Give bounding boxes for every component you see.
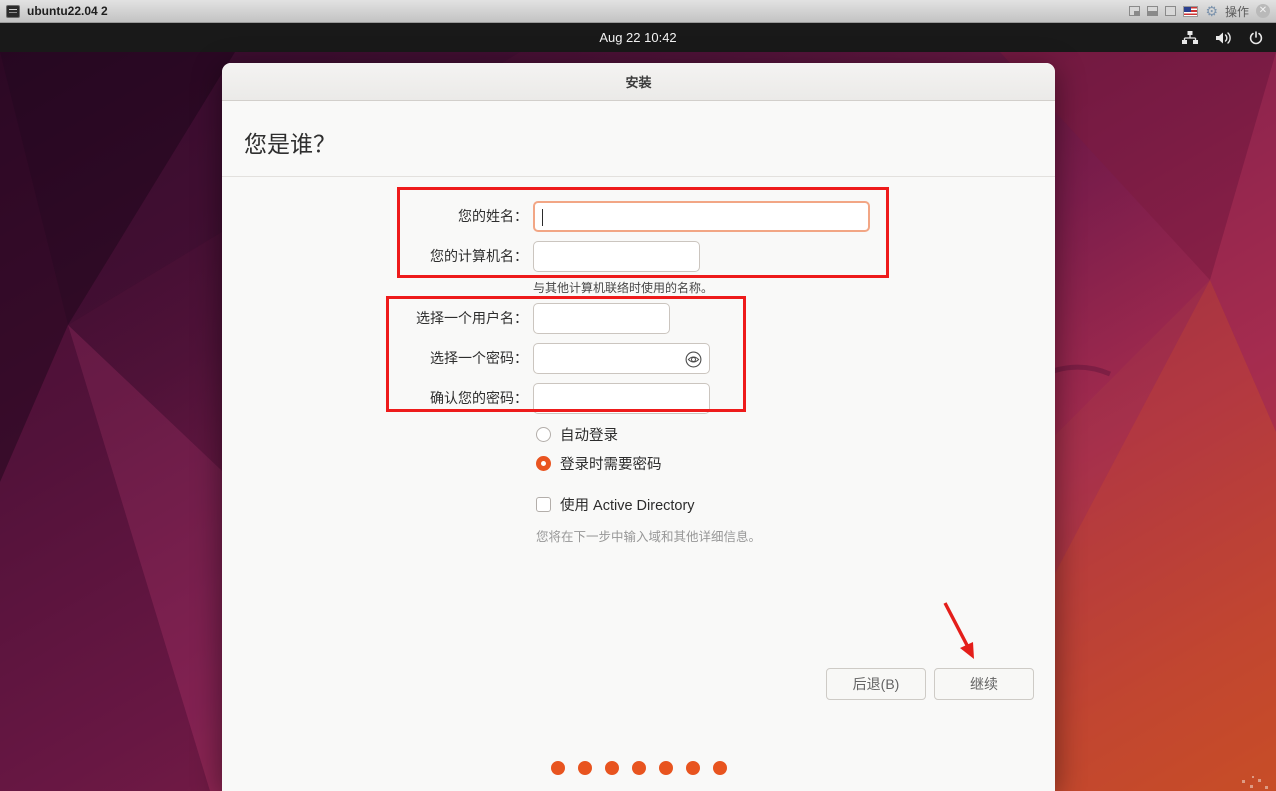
name-label: 您的姓名：	[458, 208, 528, 224]
gnome-top-bar: Aug 22 10:42	[0, 23, 1276, 52]
text-caret	[542, 209, 543, 226]
progress-dot	[550, 761, 565, 775]
progress-dot	[631, 761, 646, 775]
vm-window-title: ubuntu22.04 2	[27, 4, 108, 18]
divider	[222, 176, 1055, 177]
auto-login-option[interactable]: 自动登录	[536, 426, 618, 444]
progress-dot	[685, 761, 700, 775]
close-icon[interactable]: ✕	[1256, 4, 1270, 18]
continue-button[interactable]: 继续	[934, 668, 1034, 700]
password-input[interactable]	[533, 343, 710, 374]
username-input[interactable]	[533, 303, 670, 334]
username-label: 选择一个用户名：	[416, 310, 528, 326]
password-login-option[interactable]: 登录时需要密码	[536, 455, 662, 473]
vm-app-icon	[6, 4, 20, 18]
confirm-password-input[interactable]	[533, 383, 710, 414]
computer-name-label: 您的计算机名：	[430, 248, 528, 264]
keyboard-layout-flag-icon[interactable]	[1183, 5, 1199, 17]
maximize-icon[interactable]	[1165, 6, 1177, 16]
active-directory-option[interactable]: 使用 Active Directory	[536, 496, 695, 514]
page-title: 您是谁？	[244, 131, 336, 157]
network-icon	[1182, 30, 1198, 44]
snap-bottom-icon[interactable]	[1147, 6, 1159, 16]
snap-corner-icon[interactable]	[1129, 6, 1141, 16]
active-directory-label: 使用 Active Directory	[560, 498, 695, 514]
password-label: 选择一个密码：	[430, 350, 528, 366]
confirm-password-label: 确认您的密码：	[430, 390, 528, 406]
clock[interactable]: Aug 22 10:42	[599, 30, 676, 45]
system-tray[interactable]	[1181, 23, 1264, 52]
radio-selected-icon[interactable]	[536, 456, 551, 471]
progress-dot	[604, 761, 619, 775]
radio-unselected-icon[interactable]	[536, 427, 551, 442]
vm-actions-menu[interactable]: 操作	[1225, 3, 1249, 20]
annotation-arrow	[943, 602, 974, 659]
checkbox-unchecked-icon[interactable]	[536, 497, 551, 512]
progress-dot	[658, 761, 673, 775]
power-icon	[1249, 30, 1263, 44]
progress-dot	[712, 761, 727, 775]
gear-icon[interactable]: ⚙	[1205, 4, 1218, 18]
eye-icon[interactable]	[685, 351, 702, 368]
name-input[interactable]	[533, 201, 870, 232]
computer-name-hint: 与其他计算机联络时使用的名称。	[533, 281, 714, 295]
installer-title: 安装	[625, 75, 652, 90]
auto-login-label: 自动登录	[560, 428, 618, 444]
installer-window: 安装 您是谁？ 您的姓名： 您的计算机名： 与其他计算机联络时使用的名称。 选择…	[222, 63, 1055, 791]
active-directory-hint: 您将在下一步中输入域和其他详细信息。	[536, 530, 762, 544]
vm-titlebar: ubuntu22.04 2 ⚙ 操作 ✕	[0, 0, 1276, 23]
computer-name-input[interactable]	[533, 241, 700, 272]
back-button[interactable]: 后退(B)	[826, 668, 926, 700]
volume-icon	[1216, 31, 1231, 44]
progress-dots	[222, 761, 1055, 775]
password-login-label: 登录时需要密码	[560, 457, 662, 473]
progress-dot	[577, 761, 592, 775]
installer-header[interactable]: 安装	[222, 63, 1055, 101]
